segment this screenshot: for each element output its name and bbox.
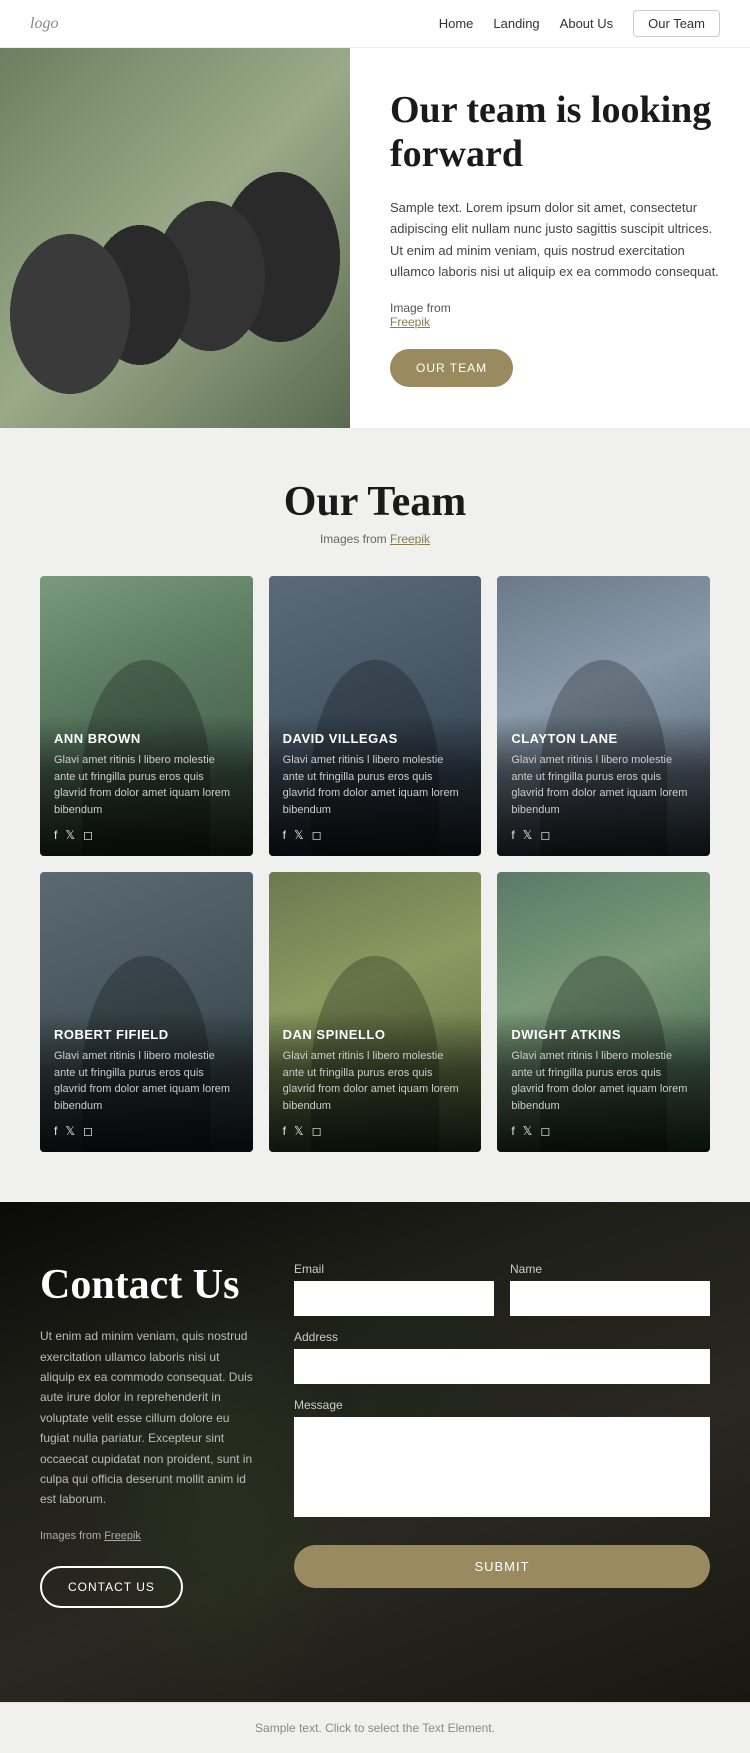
twitter-icon[interactable]: 𝕏 (294, 828, 304, 842)
team-member-name: ANN BROWN (54, 731, 239, 746)
team-card-dan-spinello: DAN SPINELLO Glavi amet ritinis l libero… (269, 872, 482, 1152)
twitter-icon[interactable]: 𝕏 (523, 1124, 533, 1138)
hero-image-credit: Image from Freepik (390, 301, 720, 329)
logo: logo (30, 15, 58, 33)
team-social: f 𝕏 ◻ (283, 828, 468, 842)
team-section: Our Team Images from Freepik ANN BROWN G… (0, 428, 750, 1202)
team-member-name: ROBERT FIFIELD (54, 1027, 239, 1042)
navbar: logo Home Landing About Us Our Team (0, 0, 750, 48)
instagram-icon[interactable]: ◻ (83, 1124, 93, 1138)
form-group-address: Address (294, 1330, 710, 1384)
instagram-icon[interactable]: ◻ (540, 1124, 550, 1138)
nav-our-team[interactable]: Our Team (633, 10, 720, 37)
team-social: f 𝕏 ◻ (54, 828, 239, 842)
contact-image-credit: Images from Freepik (40, 1530, 254, 1542)
hero-image (0, 48, 350, 428)
nav-links: Home Landing About Us Our Team (439, 10, 720, 37)
submit-button[interactable]: SUBMIT (294, 1545, 710, 1588)
team-section-title: Our Team (40, 478, 710, 526)
contact-left: Contact Us Ut enim ad minim veniam, quis… (40, 1262, 254, 1608)
contact-inner: Contact Us Ut enim ad minim veniam, quis… (0, 1202, 750, 1668)
facebook-icon[interactable]: f (54, 1124, 57, 1138)
form-group-message: Message (294, 1398, 710, 1517)
team-card-overlay: CLAYTON LANE Glavi amet ritinis l libero… (497, 715, 710, 856)
form-row-address: Address (294, 1330, 710, 1384)
hero-section: Our team is looking forward Sample text.… (0, 48, 750, 428)
facebook-icon[interactable]: f (283, 828, 286, 842)
team-member-desc: Glavi amet ritinis l libero molestie ant… (283, 1048, 468, 1114)
twitter-icon[interactable]: 𝕏 (65, 828, 75, 842)
team-social: f 𝕏 ◻ (283, 1124, 468, 1138)
hero-freepik-link[interactable]: Freepik (390, 315, 430, 329)
instagram-icon[interactable]: ◻ (312, 828, 322, 842)
form-row-message: Message (294, 1398, 710, 1517)
team-card-overlay: ROBERT FIFIELD Glavi amet ritinis l libe… (40, 1011, 253, 1152)
message-textarea[interactable] (294, 1417, 710, 1517)
hero-title: Our team is looking forward (390, 89, 720, 176)
name-input[interactable] (510, 1281, 710, 1316)
facebook-icon[interactable]: f (511, 828, 514, 842)
address-input[interactable] (294, 1349, 710, 1384)
twitter-icon[interactable]: 𝕏 (294, 1124, 304, 1138)
contact-freepik-link[interactable]: Freepik (104, 1530, 141, 1542)
address-label: Address (294, 1330, 710, 1344)
twitter-icon[interactable]: 𝕏 (65, 1124, 75, 1138)
team-card-ann-brown: ANN BROWN Glavi amet ritinis l libero mo… (40, 576, 253, 856)
email-input[interactable] (294, 1281, 494, 1316)
team-social: f 𝕏 ◻ (511, 828, 696, 842)
team-freepik-link[interactable]: Freepik (390, 532, 430, 546)
name-label: Name (510, 1262, 710, 1276)
instagram-icon[interactable]: ◻ (83, 828, 93, 842)
team-card-robert-fifield: ROBERT FIFIELD Glavi amet ritinis l libe… (40, 872, 253, 1152)
team-card-overlay: ANN BROWN Glavi amet ritinis l libero mo… (40, 715, 253, 856)
team-member-name: DAVID VILLEGAS (283, 731, 468, 746)
hero-cta-button[interactable]: OUR TEAM (390, 349, 513, 387)
message-label: Message (294, 1398, 710, 1412)
team-member-desc: Glavi amet ritinis l libero molestie ant… (511, 752, 696, 818)
nav-home[interactable]: Home (439, 16, 474, 31)
team-member-name: CLAYTON LANE (511, 731, 696, 746)
team-card-david-villegas: DAVID VILLEGAS Glavi amet ritinis l libe… (269, 576, 482, 856)
team-card-clayton-lane: CLAYTON LANE Glavi amet ritinis l libero… (497, 576, 710, 856)
footer-text: Sample text. Click to select the Text El… (255, 1721, 495, 1735)
contact-description: Ut enim ad minim veniam, quis nostrud ex… (40, 1326, 254, 1510)
team-card-overlay: DAVID VILLEGAS Glavi amet ritinis l libe… (269, 715, 482, 856)
nav-landing[interactable]: Landing (493, 16, 539, 31)
hero-description: Sample text. Lorem ipsum dolor sit amet,… (390, 197, 720, 283)
twitter-icon[interactable]: 𝕏 (523, 828, 533, 842)
instagram-icon[interactable]: ◻ (540, 828, 550, 842)
contact-us-button[interactable]: CONTACT US (40, 1566, 183, 1608)
instagram-icon[interactable]: ◻ (312, 1124, 322, 1138)
hero-content: Our team is looking forward Sample text.… (350, 48, 750, 428)
team-grid: ANN BROWN Glavi amet ritinis l libero mo… (40, 576, 710, 1152)
hero-image-placeholder (0, 48, 350, 428)
contact-section: Contact Us Ut enim ad minim veniam, quis… (0, 1202, 750, 1702)
form-group-email: Email (294, 1262, 494, 1316)
nav-about[interactable]: About Us (560, 16, 613, 31)
team-member-desc: Glavi amet ritinis l libero molestie ant… (511, 1048, 696, 1114)
team-social: f 𝕏 ◻ (54, 1124, 239, 1138)
team-card-overlay: DWIGHT ATKINS Glavi amet ritinis l liber… (497, 1011, 710, 1152)
footer: Sample text. Click to select the Text El… (0, 1702, 750, 1753)
team-card-overlay: DAN SPINELLO Glavi amet ritinis l libero… (269, 1011, 482, 1152)
team-member-desc: Glavi amet ritinis l libero molestie ant… (283, 752, 468, 818)
team-credit: Images from Freepik (40, 532, 710, 546)
team-member-desc: Glavi amet ritinis l libero molestie ant… (54, 1048, 239, 1114)
email-label: Email (294, 1262, 494, 1276)
team-social: f 𝕏 ◻ (511, 1124, 696, 1138)
team-member-name: DAN SPINELLO (283, 1027, 468, 1042)
form-row-email-name: Email Name (294, 1262, 710, 1316)
facebook-icon[interactable]: f (283, 1124, 286, 1138)
contact-title: Contact Us (40, 1262, 254, 1308)
team-member-desc: Glavi amet ritinis l libero molestie ant… (54, 752, 239, 818)
facebook-icon[interactable]: f (54, 828, 57, 842)
facebook-icon[interactable]: f (511, 1124, 514, 1138)
contact-form: Email Name Address Message (294, 1262, 710, 1608)
team-card-dwight-atkins: DWIGHT ATKINS Glavi amet ritinis l liber… (497, 872, 710, 1152)
form-group-name: Name (510, 1262, 710, 1316)
team-member-name: DWIGHT ATKINS (511, 1027, 696, 1042)
